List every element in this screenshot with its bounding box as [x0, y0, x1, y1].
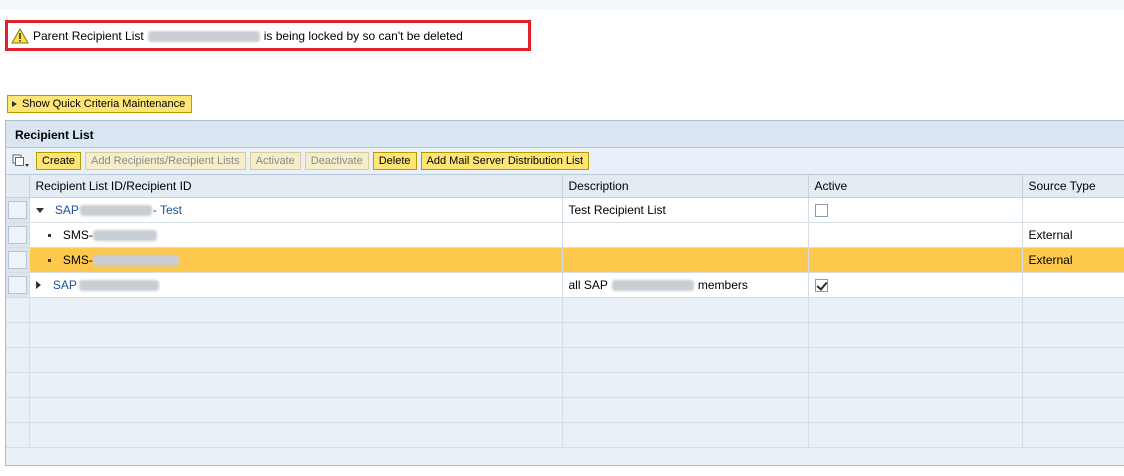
row-selector[interactable] [6, 247, 30, 273]
recipient-id-cell: SMS- [29, 222, 563, 248]
description-cell: Test Recipient List [562, 197, 809, 223]
redacted-id [92, 254, 179, 266]
expand-node-icon[interactable] [35, 281, 41, 290]
recipient-id-cell: SAP [29, 272, 563, 298]
active-checkbox[interactable] [814, 203, 828, 217]
source-type-cell: External [1022, 222, 1124, 248]
row-selector[interactable] [6, 272, 30, 298]
tree-bullet-icon [47, 233, 51, 237]
table-row[interactable]: SAP - Test Test Recipient List [6, 197, 1124, 223]
column-header-description[interactable]: Description [562, 175, 809, 198]
add-recipients-button[interactable]: Add Recipients/Recipient Lists [85, 152, 246, 170]
active-cell [808, 197, 1023, 223]
create-button[interactable]: Create [36, 152, 82, 170]
show-quick-criteria-label: Show Quick Criteria Maintenance [22, 98, 186, 110]
message-bar: Parent Recipient List is being locked by… [11, 26, 463, 46]
table-row[interactable]: SAP all SAP members [6, 272, 1124, 298]
description-cell [562, 247, 809, 273]
show-quick-criteria-button[interactable]: Show Quick Criteria Maintenance [7, 95, 193, 113]
recipient-list-link[interactable]: SAP [53, 278, 159, 292]
redacted-id [79, 204, 152, 216]
message-suffix: is being locked by so can't be deleted [263, 29, 463, 43]
table-header-row: Recipient List ID/Recipient ID Descripti… [6, 175, 1124, 198]
expand-triangle-icon [12, 101, 17, 107]
redacted-text [611, 279, 694, 291]
select-all-cell[interactable] [6, 175, 30, 198]
collapse-node-icon[interactable] [35, 207, 44, 213]
redacted-name [147, 30, 260, 42]
selection-menu-icon[interactable] [12, 154, 30, 168]
recipient-list-panel: Recipient List Create Add Recipients/Rec… [5, 120, 1124, 466]
table-row-selected[interactable]: SMS- External [6, 247, 1124, 273]
tree-bullet-icon [47, 258, 51, 262]
redacted-id [78, 279, 159, 291]
column-header-active[interactable]: Active [808, 175, 1023, 198]
row-selector[interactable] [6, 197, 30, 223]
source-type-cell [1022, 197, 1124, 223]
delete-button[interactable]: Delete [372, 152, 417, 170]
row-selector[interactable] [6, 222, 30, 248]
description-cell [562, 222, 809, 248]
recipient-table: Recipient List ID/Recipient ID Descripti… [6, 175, 1124, 448]
warning-icon [11, 28, 29, 44]
panel-title: Recipient List [6, 121, 1124, 148]
source-type-cell: External [1022, 247, 1124, 273]
active-cell [808, 247, 1023, 273]
redacted-id [92, 229, 157, 241]
message-prefix: Parent Recipient List [33, 29, 144, 43]
table-row[interactable]: SMS- External [6, 222, 1124, 248]
active-cell [808, 272, 1023, 298]
recipient-list-link[interactable]: SAP - Test [55, 203, 182, 217]
top-strip [0, 0, 1124, 9]
recipient-id-cell: SAP - Test [29, 197, 563, 223]
deactivate-button[interactable]: Deactivate [304, 152, 369, 170]
empty-row [6, 372, 1124, 398]
add-mail-server-distribution-list-button[interactable]: Add Mail Server Distribution List [420, 152, 590, 170]
empty-row [6, 297, 1124, 323]
activate-button[interactable]: Activate [249, 152, 301, 170]
empty-row [6, 347, 1124, 373]
empty-row [6, 422, 1124, 448]
active-cell [808, 222, 1023, 248]
column-header-source-type[interactable]: Source Type [1022, 175, 1124, 198]
active-checkbox-checked[interactable] [814, 278, 828, 292]
column-header-id[interactable]: Recipient List ID/Recipient ID [29, 175, 563, 198]
recipient-id-cell: SMS- [29, 247, 563, 273]
description-cell: all SAP members [562, 272, 809, 298]
empty-row [6, 397, 1124, 423]
table-toolbar: Create Add Recipients/Recipient Lists Ac… [6, 148, 1124, 175]
empty-row [6, 322, 1124, 348]
source-type-cell [1022, 272, 1124, 298]
